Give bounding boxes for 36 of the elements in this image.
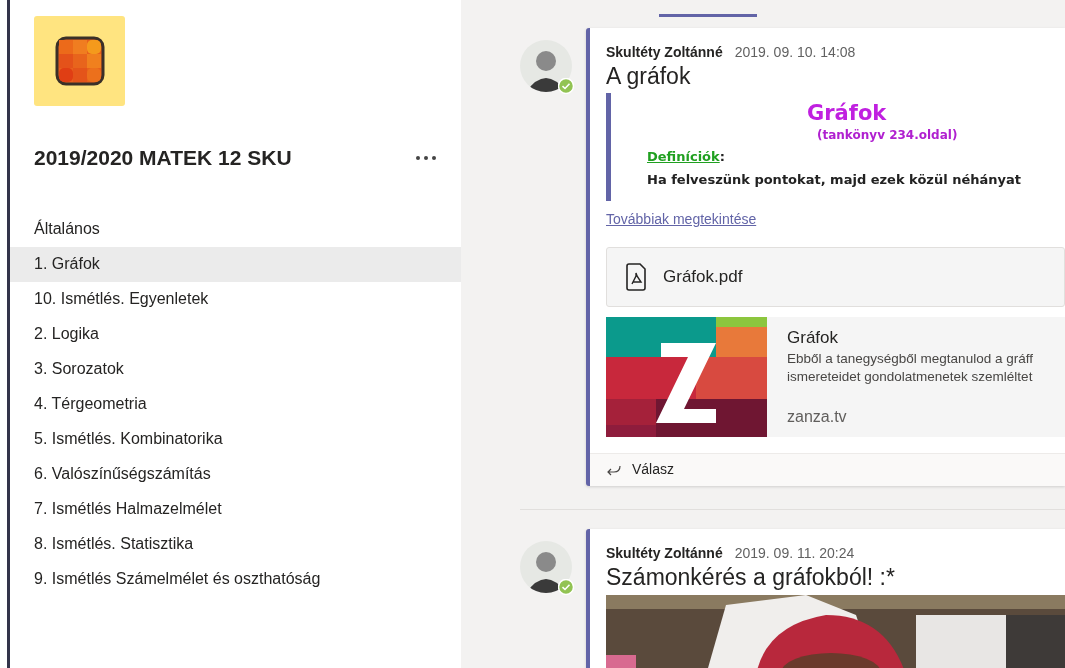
timestamp: 2019. 09. 10. 14:08 (734, 43, 856, 62)
channel-item[interactable]: 10. Ismétlés. Egyenletek (10, 281, 461, 317)
channel-item[interactable]: 4. Térgeometria (10, 386, 461, 422)
preview-site: zanza.tv (787, 406, 848, 427)
channel-item[interactable]: 5. Ismétlés. Kombinatorika (10, 421, 461, 457)
author-name: Skultéty Zoltánné (606, 543, 723, 563)
channel-item[interactable]: 2. Logika (10, 316, 461, 352)
avatar (520, 40, 572, 92)
post-subject: Számonkérés a gráfokból! :* (606, 563, 896, 592)
preview-title: Gráfok (787, 326, 840, 349)
label-colon: : (719, 148, 725, 164)
tiles-icon (54, 36, 105, 86)
reply-button[interactable]: Válasz (590, 452, 1065, 486)
document-label: Definíciók (647, 148, 720, 164)
team-name: 2019/2020 MATEK 12 SKU (34, 145, 292, 171)
document-text: Ha felveszünk pontokat, majd ezek közül néhányat (647, 171, 1021, 187)
channel-item[interactable]: 6. Valószínűségszámítás (10, 456, 461, 492)
channel-item[interactable]: 7. Ismétlés Halmazelmélet (10, 491, 461, 527)
channel-item[interactable]: 8. Ismétlés. Statisztika (10, 526, 461, 562)
pdf-file-icon (625, 262, 647, 291)
document-subheading: (tankönyv 234.oldal) (817, 127, 958, 142)
preview-description: ismereteidet gondolatmenetek szemléltet (787, 367, 1033, 386)
preview-description: Ebből a tanegységből megtanulod a gráff (787, 350, 1033, 368)
channel-item[interactable]: 9. Ismétlés Számelmélet és oszthatóság (10, 561, 461, 597)
timestamp: 2019. 09. 11. 20:24 (734, 543, 855, 563)
channel-item[interactable]: 1. Gráfok (10, 246, 461, 282)
document-heading: Gráfok (807, 100, 887, 125)
post-subject: A gráfok (606, 63, 692, 91)
more-options-icon[interactable] (415, 154, 437, 161)
channel-item[interactable]: 3. Sorozatok (10, 351, 461, 387)
author-name: Skultéty Zoltánné (606, 43, 723, 62)
link-preview[interactable]: Gráfok Ebből a tanegységből megtanulod a gráff ismereteidet gondolatmenetek szemléltet zanza.tv (606, 316, 1065, 437)
file-attachment[interactable]: Gráfok.pdf (606, 246, 1065, 307)
file-name: Gráfok.pdf (663, 265, 743, 288)
channel-item[interactable]: Általános (10, 211, 461, 247)
see-more-link[interactable]: Továbbiak megtekintése (606, 208, 757, 230)
